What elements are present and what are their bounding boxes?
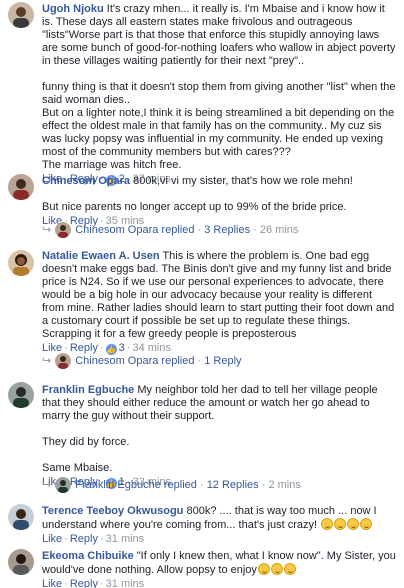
avatar (55, 222, 72, 239)
comment-timestamp[interactable]: 31 mins (106, 578, 145, 588)
replies-author[interactable]: Franklin Egbuche replied (75, 479, 197, 491)
comment-timestamp[interactable]: 31 mins (106, 533, 145, 545)
comment-author[interactable]: Chinesom Opara (42, 175, 130, 187)
comment-thread: Ugoh Njoku It's crazy mhen... it really … (0, 0, 404, 588)
comment-text: Franklin Egbuche My neighbor told her da… (42, 384, 396, 475)
comment-body: Franklin Egbuche My neighbor told her da… (42, 384, 396, 489)
replies-summary[interactable]: ↪ Franklin Egbuche replied · 12 Replies ·… (42, 477, 301, 494)
avatar[interactable] (8, 174, 34, 200)
grinning-face-emoji (270, 563, 283, 575)
comment-author[interactable]: Franklin Egbuche (42, 384, 134, 396)
reply-button[interactable]: Reply (70, 533, 98, 545)
replies-author[interactable]: Chinesom Opara replied (75, 355, 194, 367)
grinning-face-emoji (321, 518, 334, 530)
comment-paragraph: This is where the problem is. One bad eg… (42, 250, 395, 340)
avatar[interactable] (8, 2, 34, 28)
comment-text: Ugoh Njoku It's crazy mhen... it really … (42, 3, 396, 172)
comment-paragraph: But nice parents no longer accept up to … (42, 201, 347, 213)
grinning-face-emoji (283, 563, 296, 575)
comment-body: Terence Teeboy Okwusogu 800k? .... that … (42, 505, 396, 546)
avatar[interactable] (8, 250, 34, 276)
replies-count[interactable]: 1 Reply (204, 355, 241, 367)
comment-author[interactable]: Ugoh Njoku (42, 3, 104, 15)
grinning-face-emoji (360, 518, 373, 530)
replies-summary[interactable]: ↪ Chinesom Opara replied · 1 Reply (42, 353, 242, 370)
like-button[interactable]: Like (42, 533, 62, 545)
comment-body: Ugoh Njoku It's crazy mhen... it really … (42, 3, 396, 186)
comment-body: Ekeoma Chibuike "If only I knew then, wh… (42, 550, 396, 588)
avatar (55, 353, 72, 370)
comment-paragraph: But on a lighter note,I think it is bein… (42, 107, 395, 158)
avatar[interactable] (8, 549, 34, 575)
reply-arrow-icon: ↪ (42, 224, 52, 236)
comment-paragraph: funny thing is that it doesn't stop them… (42, 81, 396, 106)
comment-actions: Like · Reply · 31 mins (42, 578, 145, 588)
avatar[interactable] (8, 382, 34, 408)
comment-text: Natalie Ewaen A. Usen This is where the … (42, 250, 396, 341)
like-button[interactable]: Like (42, 578, 62, 588)
replies-timestamp: 2 mins (268, 479, 301, 491)
avatar[interactable] (8, 504, 34, 530)
replies-summary[interactable]: ↪ Chinesom Opara replied · 3 Replies · 26… (42, 222, 299, 239)
comment-author[interactable]: Natalie Ewaen A. Usen (42, 250, 160, 262)
grinning-face-emoji (334, 518, 347, 530)
avatar (55, 477, 72, 494)
replies-author[interactable]: Chinesom Opara replied (75, 224, 194, 236)
grinning-face-emoji (257, 563, 270, 575)
comment-author[interactable]: Ekeoma Chibuike (42, 550, 134, 562)
comment-paragraph: 800k,vi vi my sister, that's how we role… (133, 175, 353, 187)
comment-author[interactable]: Terence Teeboy Okwusogu (42, 505, 183, 517)
comment-body: Chinesom Opara 800k,vi vi my sister, tha… (42, 175, 396, 228)
reply-button[interactable]: Reply (70, 578, 98, 588)
comment-text: Terence Teeboy Okwusogu 800k? .... that … (42, 505, 396, 532)
replies-count[interactable]: 12 Replies (207, 479, 259, 491)
comment-actions: Like · Reply · 31 mins (42, 533, 145, 545)
comment-paragraph: Same Mbaise. (42, 462, 113, 474)
comment-text: Chinesom Opara 800k,vi vi my sister, tha… (42, 175, 396, 214)
grinning-face-emoji (347, 518, 360, 530)
replies-timestamp: 26 mins (259, 224, 299, 236)
reply-arrow-icon: ↪ (42, 355, 52, 367)
replies-count[interactable]: 3 Replies (204, 224, 250, 236)
comment-body: Natalie Ewaen A. Usen This is where the … (42, 250, 396, 355)
comment-paragraph: The marriage was hitch free. (42, 159, 182, 171)
comment-paragraph: They did by force. (42, 436, 130, 448)
comment-text: Ekeoma Chibuike "If only I knew then, wh… (42, 550, 396, 577)
reply-arrow-icon: ↪ (42, 479, 52, 491)
